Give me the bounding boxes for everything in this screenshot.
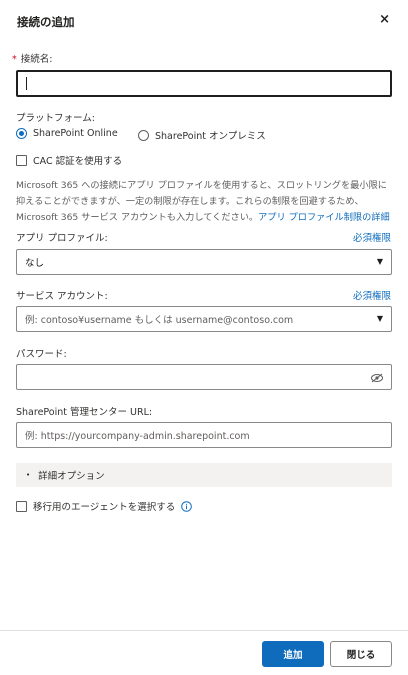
app-profile-label: アプリ プロファイル: xyxy=(16,233,108,244)
info-icon[interactable] xyxy=(181,500,193,512)
checkbox-icon xyxy=(16,500,27,512)
text-caret xyxy=(26,77,27,90)
chevron-down-icon: ▼ xyxy=(376,314,383,323)
cac-checkbox-label: CAC 認証を使用する xyxy=(33,156,123,167)
platform-option-onprem[interactable]: SharePoint オンプレミス xyxy=(138,128,266,142)
agent-checkbox-label: 移行用のエージェントを選択する xyxy=(33,502,176,513)
connection-name-label: 接続名: xyxy=(20,54,53,65)
platform-label: プラットフォーム: xyxy=(16,113,95,124)
checkbox-icon xyxy=(16,154,27,166)
platform-option-onprem-label: SharePoint オンプレミス xyxy=(155,131,266,142)
expand-bullet-icon: • xyxy=(26,471,31,479)
cac-checkbox[interactable]: CAC 認証を使用する xyxy=(16,153,122,167)
advanced-options-toggle[interactable]: • 詳細オプション xyxy=(16,463,392,487)
admin-url-label: SharePoint 管理センター URL: xyxy=(16,407,153,418)
close-icon[interactable]: × xyxy=(379,13,390,26)
radio-unselected-icon xyxy=(138,129,149,141)
radio-selected-icon xyxy=(16,128,27,139)
connection-name-input[interactable] xyxy=(16,70,392,97)
app-profile-permissions-link[interactable]: 必須権限 xyxy=(353,230,391,244)
agent-checkbox[interactable]: 移行用のエージェントを選択する xyxy=(16,499,193,513)
app-profile-value: なし xyxy=(25,258,45,269)
service-account-permissions-link[interactable]: 必須権限 xyxy=(353,288,391,302)
chevron-down-icon: ▼ xyxy=(376,257,383,266)
app-profile-limits-link[interactable]: アプリ プロファイル制限の詳細 xyxy=(258,212,390,223)
required-mark: * xyxy=(12,54,17,65)
advanced-options-label: 詳細オプション xyxy=(38,471,105,482)
password-label: パスワード: xyxy=(16,349,67,360)
app-profile-select[interactable]: なし ▼ xyxy=(16,249,392,275)
password-field[interactable] xyxy=(16,364,392,390)
connection-name-label-row: * 接続名: xyxy=(12,51,52,65)
app-profile-description: Microsoft 365 への接続にアプリ プロファイルを使用すると、スロット… xyxy=(16,178,394,226)
add-button[interactable]: 追加 xyxy=(262,641,324,667)
admin-url-input[interactable]: 例: https://yourcompany-admin.sharepoint.… xyxy=(16,422,392,448)
service-account-select[interactable]: 例: contoso¥username もしくは username@contos… xyxy=(16,306,392,332)
platform-option-online-label: SharePoint Online xyxy=(33,128,118,139)
admin-url-placeholder: 例: https://yourcompany-admin.sharepoint.… xyxy=(25,431,250,442)
service-account-label: サービス アカウント: xyxy=(16,291,108,302)
platform-option-online[interactable]: SharePoint Online xyxy=(16,128,118,139)
eye-icon[interactable] xyxy=(371,373,383,383)
dialog-title: 接続の追加 xyxy=(17,15,75,29)
service-account-placeholder: 例: contoso¥username もしくは username@contos… xyxy=(25,315,294,326)
close-button[interactable]: 閉じる xyxy=(330,641,392,667)
footer-divider xyxy=(0,630,408,631)
